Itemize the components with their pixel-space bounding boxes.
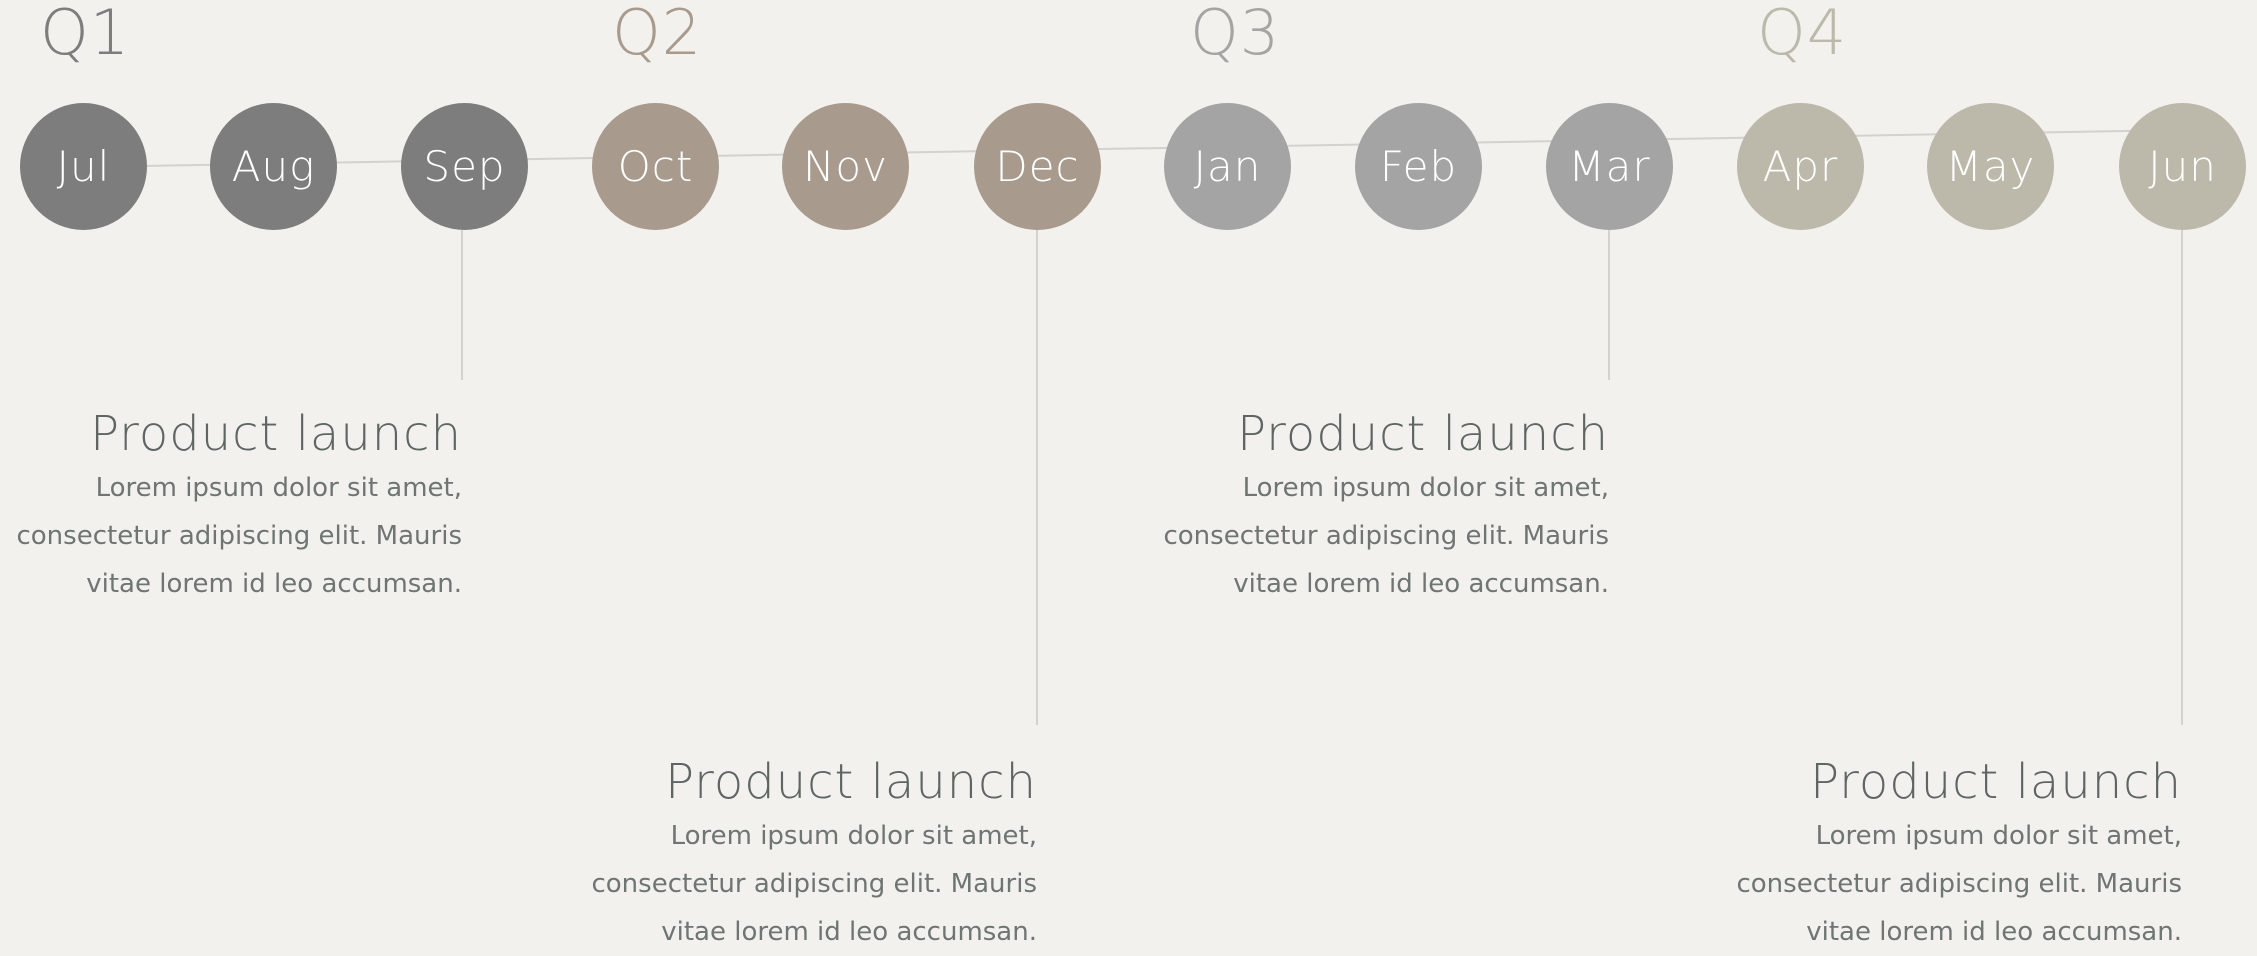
month-circle-jun: Jun — [2119, 103, 2246, 230]
milestone-description-line: Lorem ipsum dolor sit amet, — [1815, 821, 2182, 851]
month-circle-jul: Jul — [20, 103, 147, 230]
milestone-mar: Product launch Lorem ipsum dolor sit ame… — [1089, 404, 1609, 608]
quarter-label-q4: Q4 — [1757, 0, 1848, 69]
timeline-axis-line — [82, 129, 2183, 168]
month-circle-aug: Aug — [210, 103, 337, 230]
milestone-description-line: Lorem ipsum dolor sit amet, — [1242, 473, 1609, 503]
milestone-description-line: vitae lorem id leo accumsan. — [86, 569, 462, 599]
milestone-description-line: consectetur adipiscing elit. Mauris — [1736, 869, 2182, 899]
month-circle-nov: Nov — [782, 103, 909, 230]
month-circle-apr: Apr — [1737, 103, 1864, 230]
milestone-description-line: consectetur adipiscing elit. Mauris — [1163, 521, 1609, 551]
milestone-jun: Product launch Lorem ipsum dolor sit ame… — [1662, 752, 2182, 956]
month-circle-jan: Jan — [1164, 103, 1291, 230]
quarter-label-q1: Q1 — [40, 0, 131, 69]
milestone-description-line: Lorem ipsum dolor sit amet, — [670, 821, 1037, 851]
milestone-title: Product launch — [90, 406, 462, 462]
milestone-title: Product launch — [1237, 406, 1609, 462]
milestone-title: Product launch — [665, 754, 1037, 810]
milestone-description-line: consectetur adipiscing elit. Mauris — [16, 521, 462, 551]
milestone-title: Product launch — [1810, 754, 2182, 810]
milestone-description: Lorem ipsum dolor sit amet, consectetur … — [1662, 812, 2182, 956]
milestone-description: Lorem ipsum dolor sit amet, consectetur … — [0, 464, 462, 608]
quarter-label-q2: Q2 — [612, 0, 703, 69]
milestone-description-line: Lorem ipsum dolor sit amet, — [95, 473, 462, 503]
month-circle-feb: Feb — [1355, 103, 1482, 230]
milestone-description-line: vitae lorem id leo accumsan. — [1806, 917, 2182, 947]
month-circle-mar: Mar — [1546, 103, 1673, 230]
quarter-label-q3: Q3 — [1190, 0, 1281, 69]
milestone-description: Lorem ipsum dolor sit amet, consectetur … — [517, 812, 1037, 956]
month-circle-oct: Oct — [592, 103, 719, 230]
milestone-dec: Product launch Lorem ipsum dolor sit ame… — [517, 752, 1037, 956]
month-circle-dec: Dec — [974, 103, 1101, 230]
milestone-description: Lorem ipsum dolor sit amet, consectetur … — [1089, 464, 1609, 608]
milestone-description-line: consectetur adipiscing elit. Mauris — [591, 869, 1037, 899]
month-circle-may: May — [1927, 103, 2054, 230]
milestone-sep: Product launch Lorem ipsum dolor sit ame… — [0, 404, 462, 608]
milestone-description-line: vitae lorem id leo accumsan. — [661, 917, 1037, 947]
milestone-description-line: vitae lorem id leo accumsan. — [1233, 569, 1609, 599]
month-circle-sep: Sep — [401, 103, 528, 230]
